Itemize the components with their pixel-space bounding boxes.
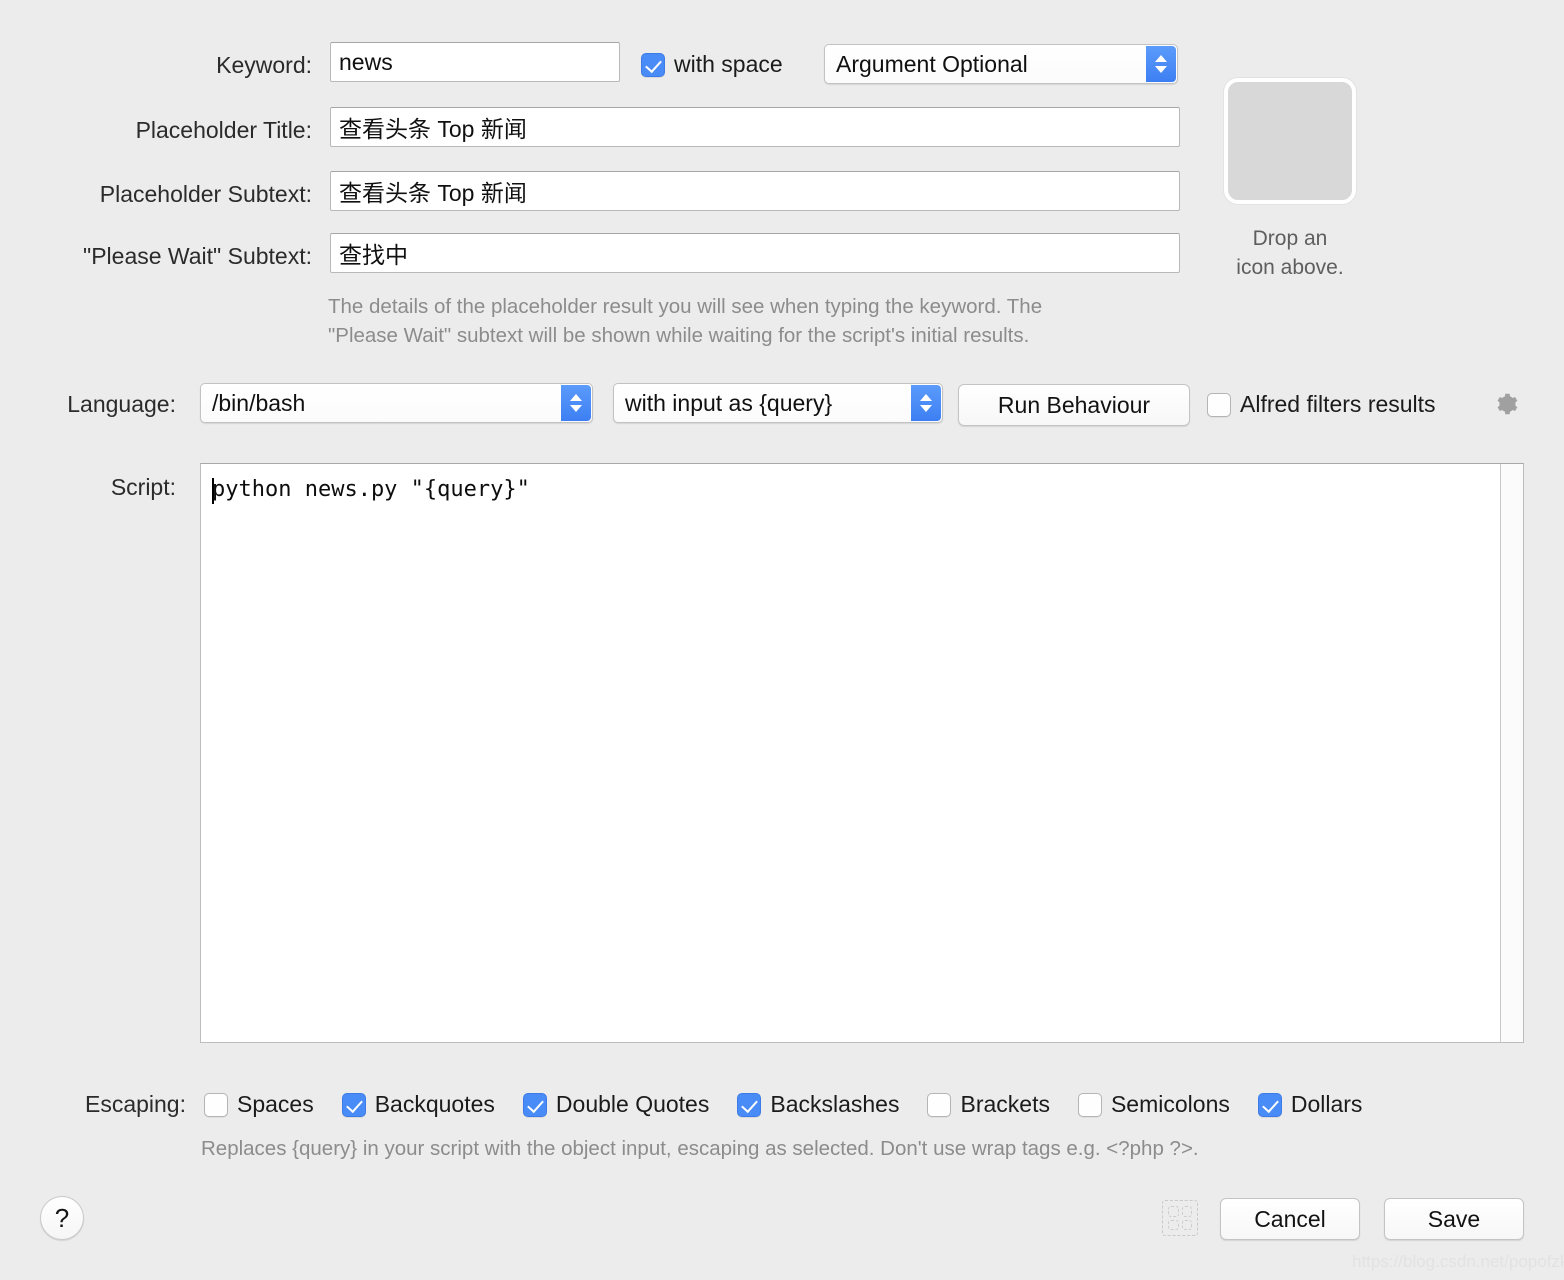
placeholder-title-value: 查看头条 Top 新闻 bbox=[339, 116, 527, 142]
with-space-checkbox[interactable]: with space bbox=[641, 51, 783, 78]
escaping-checkbox-spaces[interactable]: Spaces bbox=[204, 1091, 314, 1118]
escaping-label-brackets: Brackets bbox=[960, 1091, 1050, 1117]
keyword-input-value: news bbox=[339, 48, 393, 75]
run-behaviour-button[interactable]: Run Behaviour bbox=[958, 384, 1190, 426]
alfred-filters-checkbox[interactable]: Alfred filters results bbox=[1207, 391, 1436, 418]
chevron-updown-icon[interactable] bbox=[1146, 46, 1176, 82]
placeholder-subtext-label: Placeholder Subtext: bbox=[99, 181, 312, 207]
argument-mode-value: Argument Optional bbox=[836, 50, 1028, 77]
placeholder-help-line1: The details of the placeholder result yo… bbox=[328, 295, 1043, 318]
icon-drop-caption: Drop an icon above. bbox=[1180, 224, 1400, 282]
checkbox-box bbox=[641, 52, 665, 77]
help-button[interactable]: ? bbox=[40, 1196, 84, 1240]
escaping-checkbox-backslashes[interactable]: Backslashes bbox=[737, 1091, 899, 1118]
script-editor[interactable]: python news.py "{query}" bbox=[200, 463, 1524, 1043]
alfred-filters-label: Alfred filters results bbox=[1240, 391, 1436, 417]
please-wait-subtext-label: "Please Wait" Subtext: bbox=[83, 243, 312, 269]
please-wait-subtext-value: 查找中 bbox=[339, 242, 408, 268]
checkbox-box bbox=[522, 1092, 547, 1117]
language-select-value: /bin/bash bbox=[212, 389, 306, 416]
placeholder-help-text: The details of the placeholder result yo… bbox=[328, 292, 1188, 350]
checkbox-box bbox=[927, 1092, 952, 1117]
escaping-checkbox-semicolons[interactable]: Semicolons bbox=[1077, 1091, 1230, 1118]
icon-drop-caption-line2: icon above. bbox=[1236, 256, 1344, 279]
grid-placeholder-icon[interactable] bbox=[1162, 1200, 1198, 1236]
chevron-updown-icon[interactable] bbox=[911, 385, 941, 421]
save-button-label: Save bbox=[1427, 1205, 1481, 1232]
save-button[interactable]: Save bbox=[1384, 1198, 1524, 1240]
keyword-input[interactable]: news bbox=[330, 42, 620, 82]
escaping-label: Escaping: bbox=[84, 1091, 186, 1117]
language-select[interactable]: /bin/bash bbox=[200, 383, 593, 423]
checkbox-box bbox=[737, 1092, 762, 1117]
escaping-checkbox-brackets[interactable]: Brackets bbox=[927, 1091, 1050, 1118]
icon-drop-well[interactable] bbox=[1224, 78, 1356, 204]
input-mode-select-value: with input as {query} bbox=[625, 389, 833, 416]
input-mode-select[interactable]: with input as {query} bbox=[613, 383, 943, 423]
icon-drop-caption-line1: Drop an bbox=[1252, 227, 1328, 250]
placeholder-subtext-input[interactable]: 查看头条 Top 新闻 bbox=[330, 171, 1180, 211]
escaping-label-backslashes: Backslashes bbox=[770, 1091, 900, 1117]
argument-mode-select[interactable]: Argument Optional bbox=[824, 44, 1178, 84]
escaping-label-double-quotes: Double Quotes bbox=[555, 1091, 710, 1117]
script-label: Script: bbox=[110, 474, 176, 500]
run-behaviour-label: Run Behaviour bbox=[997, 391, 1151, 418]
chevron-updown-icon[interactable] bbox=[561, 385, 591, 421]
cancel-button[interactable]: Cancel bbox=[1220, 1198, 1360, 1240]
escaping-label-dollars: Dollars bbox=[1290, 1091, 1363, 1117]
checkbox-box bbox=[204, 1092, 228, 1117]
checkbox-box bbox=[1257, 1092, 1282, 1117]
escaping-label-backquotes: Backquotes bbox=[374, 1091, 495, 1117]
script-code: python news.py "{query}" bbox=[212, 477, 530, 502]
escaping-options: Spaces Backquotes Double Quotes Backslas… bbox=[204, 1091, 1362, 1118]
please-wait-subtext-input[interactable]: 查找中 bbox=[330, 233, 1180, 273]
placeholder-title-input[interactable]: 查看头条 Top 新闻 bbox=[330, 107, 1180, 147]
language-label: Language: bbox=[67, 391, 176, 417]
watermark: https://blog.csdn.net/popofzk bbox=[1352, 1252, 1564, 1271]
escaping-label-semicolons: Semicolons bbox=[1110, 1091, 1230, 1117]
checkbox-box bbox=[341, 1092, 366, 1117]
escaping-checkbox-dollars[interactable]: Dollars bbox=[1257, 1091, 1363, 1118]
script-scrollbar[interactable] bbox=[1500, 464, 1523, 1042]
gear-icon[interactable] bbox=[1491, 390, 1519, 423]
checkbox-box bbox=[1207, 392, 1231, 417]
cancel-button-label: Cancel bbox=[1254, 1205, 1326, 1232]
placeholder-subtext-value: 查看头条 Top 新闻 bbox=[339, 180, 527, 206]
keyword-label: Keyword: bbox=[216, 52, 312, 78]
escaping-help-text: Replaces {query} in your script with the… bbox=[201, 1137, 1199, 1160]
with-space-label: with space bbox=[674, 51, 783, 77]
checkbox-box bbox=[1077, 1092, 1102, 1117]
placeholder-title-label: Placeholder Title: bbox=[135, 117, 312, 143]
help-button-label: ? bbox=[54, 1202, 70, 1233]
escaping-checkbox-double-quotes[interactable]: Double Quotes bbox=[522, 1091, 710, 1118]
escaping-label-spaces: Spaces bbox=[237, 1091, 314, 1117]
placeholder-help-line2: "Please Wait" subtext will be shown whil… bbox=[328, 324, 1030, 347]
escaping-checkbox-backquotes[interactable]: Backquotes bbox=[341, 1091, 495, 1118]
